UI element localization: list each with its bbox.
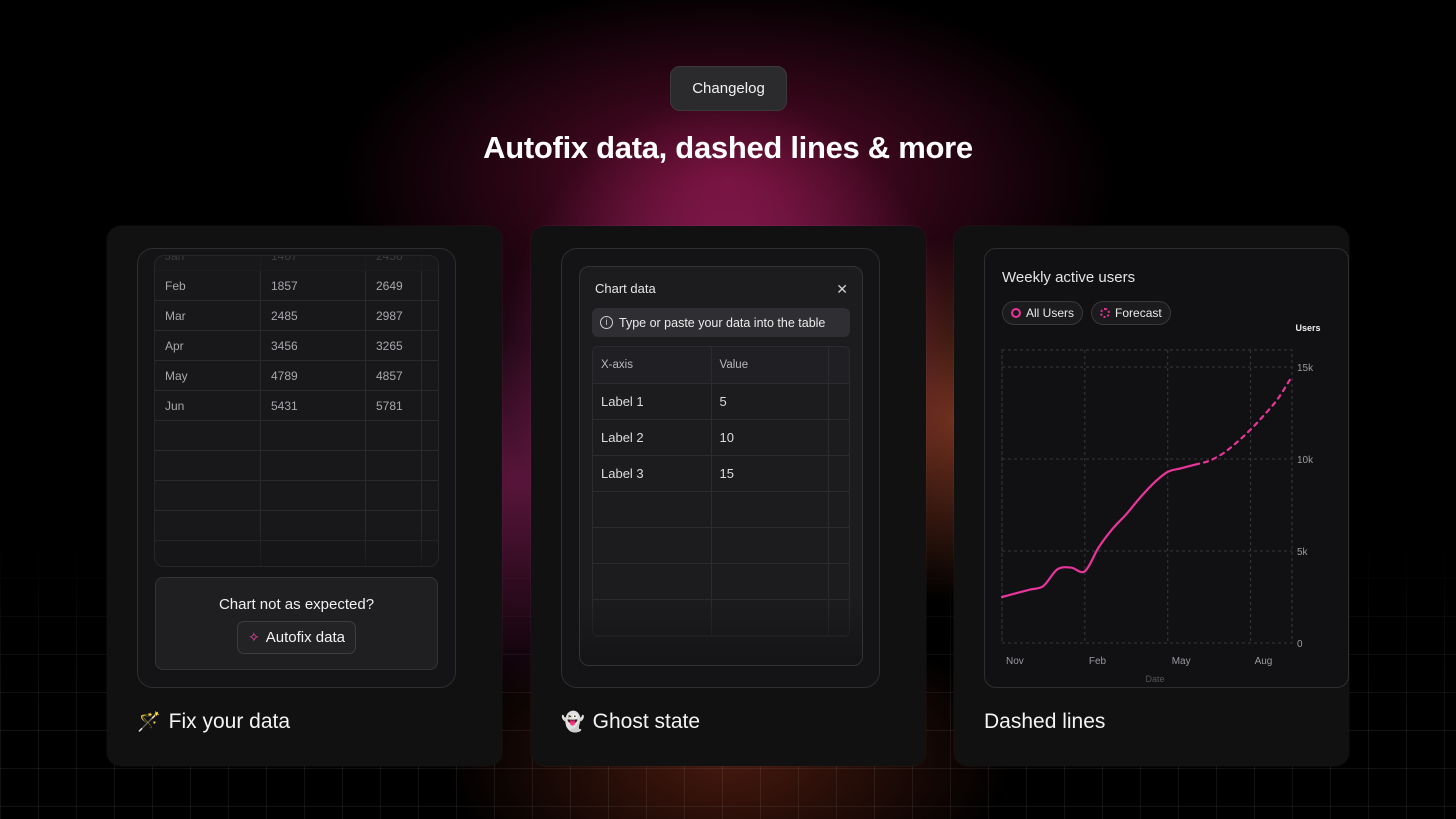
autofix-button[interactable]: ✧ Autofix data [237,621,356,654]
table-cell[interactable]: 2485 [261,301,366,330]
table-row-empty [155,451,438,481]
ghost-preview: Chart data ✕ i Type or paste your data i… [561,248,880,688]
table-cell[interactable]: 5 [712,384,830,419]
x-tick-label: Nov [1006,656,1024,667]
table-row: Label 1 5 [593,384,849,420]
column-header-value: Value [712,347,830,383]
card-title-text: Fix your data [168,710,291,733]
table-cell[interactable]: Feb [155,271,261,300]
data-table: Jan 1467 2456 Feb 1857 2649 Mar 2485 2987 Apr 3456… [154,255,439,567]
card-title: 🪄 Fix your data [137,710,290,734]
card-title-text: Dashed lines [984,710,1106,733]
table-cell[interactable]: 15 [712,456,830,491]
y-axis-label: Users [1295,323,1320,333]
info-banner-text: Type or paste your data into the table [619,315,826,330]
card-dashed-lines: Weekly active users All Users Forecast 0… [954,226,1349,766]
table-row-empty [155,511,438,541]
table-row: Label 2 10 [593,420,849,456]
table-cell[interactable]: 2649 [366,271,422,300]
table-row-empty [593,600,849,636]
table-cell[interactable]: 3456 [261,331,366,360]
table-row: Label 3 15 [593,456,849,492]
x-tick-label: Feb [1089,656,1107,667]
table-cell[interactable]: 5781 [366,391,422,420]
chart-panel: Weekly active users All Users Forecast 0… [984,248,1349,688]
close-icon[interactable]: ✕ [836,281,848,298]
column-header-x-axis: X-axis [593,347,712,383]
table-row: Jun 5431 5781 [155,391,438,421]
table-cell[interactable]: May [155,361,261,390]
x-tick-label: Aug [1255,656,1273,667]
table-row: Apr 3456 3265 [155,331,438,361]
table-cell[interactable]: Label 3 [593,456,712,491]
card-title: Dashed lines [984,710,1105,734]
table-row: Feb 1857 2649 [155,271,438,301]
table-row: Mar 2485 2987 [155,301,438,331]
table-row-empty [155,421,438,451]
line-chart: 0 5k 10k 15k Nov Feb May Aug Users Date [1000,323,1321,684]
chart-data-dialog: Chart data ✕ i Type or paste your data i… [579,266,863,666]
info-icon: i [600,316,613,329]
y-tick-label: 5k [1297,547,1309,558]
table-cell[interactable]: 2987 [366,301,422,330]
card-ghost-state: Chart data ✕ i Type or paste your data i… [531,226,926,766]
table-row-empty [155,481,438,511]
table-cell[interactable]: 5431 [261,391,366,420]
autofix-button-label: Autofix data [265,629,345,646]
autofix-preview: Jan 1467 2456 Feb 1857 2649 Mar 2485 2987 Apr 3456… [137,248,456,688]
table-row-empty [593,492,849,528]
card-fix-your-data: Jan 1467 2456 Feb 1857 2649 Mar 2485 2987 Apr 3456… [107,226,502,766]
table-cell[interactable]: 10 [712,420,830,455]
data-entry-table: X-axis Value Label 1 5 Label 2 10 Label … [592,346,850,637]
table-cell[interactable]: Jan [155,256,261,270]
table-row-empty [593,564,849,600]
table-cell[interactable]: Label 2 [593,420,712,455]
plot-frame [1001,349,1293,644]
all-users-series-line [1000,463,1197,599]
table-cell[interactable]: 4789 [261,361,366,390]
table-row-empty [593,528,849,564]
magic-wand-icon: 🪄 [137,712,161,733]
table-cell[interactable]: 1857 [261,271,366,300]
sparkle-icon: ✧ [248,629,260,645]
changelog-badge[interactable]: Changelog [670,66,787,111]
card-title: 👻 Ghost state [561,710,700,734]
table-cell[interactable]: 4857 [366,361,422,390]
x-tick-label: May [1172,656,1191,667]
autofix-panel: Chart not as expected? ✧ Autofix data [155,577,438,670]
card-title-text: Ghost state [592,710,701,733]
table-cell[interactable]: 1467 [261,256,366,270]
y-tick-label: 15k [1297,363,1314,374]
table-cell[interactable]: Apr [155,331,261,360]
info-banner: i Type or paste your data into the table [592,308,850,337]
table-header-row: X-axis Value [593,347,849,384]
x-axis-label: Date [1145,674,1164,684]
autofix-question: Chart not as expected? [218,596,375,613]
table-cell[interactable]: Mar [155,301,261,330]
ghost-icon: 👻 [561,712,585,733]
table-cell[interactable]: Label 1 [593,384,712,419]
dialog-title: Chart data [595,281,656,296]
forecast-series-line [1194,375,1294,466]
table-row: Jan 1467 2456 [155,256,438,271]
y-tick-label: 0 [1297,639,1303,650]
y-tick-label: 10k [1297,455,1314,466]
table-cell[interactable]: 2456 [366,256,422,270]
table-row: May 4789 4857 [155,361,438,391]
table-cell[interactable]: 3265 [366,331,422,360]
table-cell[interactable]: Jun [155,391,261,420]
page-headline: Autofix data, dashed lines & more [483,130,973,165]
table-row-empty [155,541,438,566]
